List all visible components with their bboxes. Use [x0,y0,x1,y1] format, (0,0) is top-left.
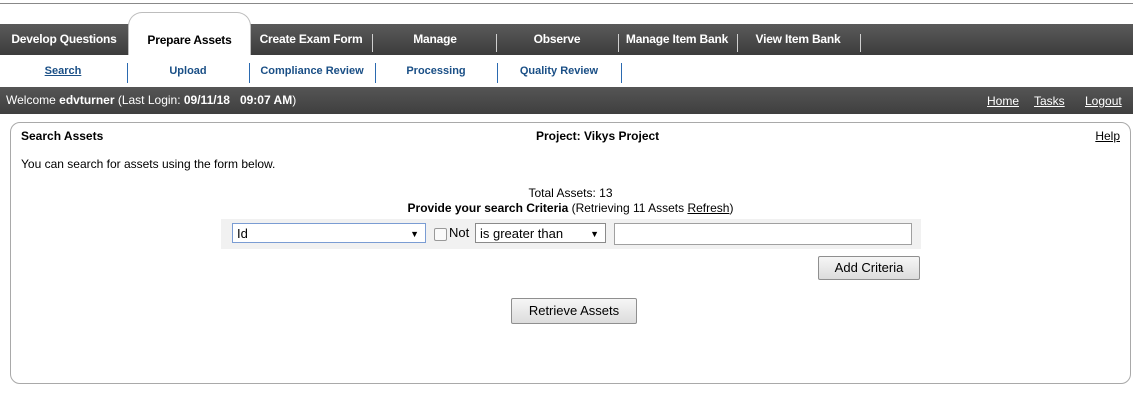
welcome-prefix: Welcome [6,93,60,107]
tasks-link[interactable]: Tasks [1034,87,1065,115]
total-assets: Total Assets: 13 [528,186,613,200]
tab-observe[interactable]: Observe [498,24,616,55]
top-edge-line [0,3,1133,4]
criteria-value-input[interactable] [614,223,912,245]
operator-select[interactable]: is greater than ▼ [475,223,606,243]
last-login-prefix: (Last Login: [114,93,184,107]
tab-manage-item-bank[interactable]: Manage Item Bank [620,24,734,55]
last-login-suffix: ) [292,93,297,107]
welcome-message: Welcome edvturner (Last Login: 09/11/18 … [6,87,296,114]
add-criteria-button[interactable]: Add Criteria [818,256,920,280]
retrieving-suffix: ) [729,201,734,215]
refresh-link[interactable]: Refresh [687,201,729,215]
username: edvturner [59,93,115,107]
search-assets-panel: Search Assets Project: Vikys Project Hel… [10,122,1131,384]
criteria-heading: Provide your search Criteria (Retrieving… [11,201,1130,215]
tab-prepare-assets[interactable]: Prepare Assets [128,12,251,56]
criteria-row: Id ▼ Not is greater than ▼ [221,219,921,249]
not-label: Not [449,225,470,240]
tab-separator [496,34,497,52]
welcome-bar: Welcome edvturner (Last Login: 09/11/18 … [0,87,1133,114]
retrieving-count: (Retrieving 11 Assets [568,201,688,215]
home-link[interactable]: Home [987,87,1019,115]
tab-separator [372,34,373,52]
last-login-date: 09/11/18 [183,93,230,107]
tab-create-exam-form[interactable]: Create Exam Form [252,24,370,55]
operator-select-value: is greater than [480,226,564,241]
last-login-time: 09:07 AM [239,93,293,107]
help-link[interactable]: Help [1095,129,1120,143]
field-select[interactable]: Id ▼ [232,223,426,243]
dropdown-arrow-icon: ▼ [590,229,599,239]
dropdown-arrow-icon: ▼ [410,229,419,239]
logout-link[interactable]: Logout [1085,87,1122,115]
subtab-search[interactable]: Search [0,55,126,86]
subtab-quality-review[interactable]: Quality Review [498,55,620,86]
tab-separator [618,34,619,52]
project-name: Project: Vikys Project [536,129,660,143]
not-checkbox[interactable] [434,228,447,241]
field-select-value: Id [237,226,248,241]
retrieve-assets-button[interactable]: Retrieve Assets [511,298,637,324]
panel-title: Search Assets [21,129,104,143]
tab-manage[interactable]: Manage [374,24,496,55]
subtab-upload[interactable]: Upload [128,55,248,86]
sub-tab-bar: Search Upload Compliance Review Processi… [0,55,1133,86]
subtab-separator [621,63,622,83]
panel-description: You can search for assets using the form… [21,157,276,171]
subtab-compliance-review[interactable]: Compliance Review [250,55,374,86]
subtab-processing[interactable]: Processing [376,55,496,86]
tab-view-item-bank[interactable]: View Item Bank [739,24,857,55]
tab-separator [737,34,738,52]
tab-develop-questions[interactable]: Develop Questions [0,24,128,55]
main-tab-bar: Develop Questions Prepare Assets Create … [0,12,1133,56]
tab-separator [860,34,861,52]
criteria-title: Provide your search Criteria [407,201,569,215]
